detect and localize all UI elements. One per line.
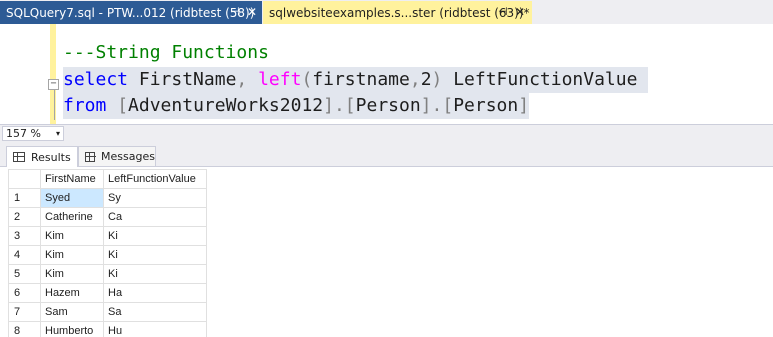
table-row[interactable]: 3 Kim Ki <box>8 226 207 246</box>
results-grid[interactable]: FirstName LeftFunctionValue 1 Syed Sy 2 Cat… <box>8 169 207 337</box>
cell-leftfunctionvalue[interactable]: Sy <box>103 188 207 208</box>
zoom-bar: 157 % ▾ <box>0 124 773 142</box>
cell-firstname[interactable]: Kim <box>40 226 104 246</box>
grid-icon <box>13 152 25 162</box>
row-number[interactable]: 6 <box>8 283 41 303</box>
tab-title: sqlwebsiteexamples.s...ster (ridbtest (6… <box>269 5 530 20</box>
cell-leftfunctionvalue[interactable]: Hu <box>103 321 207 337</box>
cell-firstname[interactable]: Sam <box>40 302 104 322</box>
cell-firstname[interactable]: Syed <box>40 188 104 208</box>
change-marker-bar <box>50 24 56 124</box>
tab-results[interactable]: Results <box>6 146 78 167</box>
cell-firstname[interactable]: Kim <box>40 245 104 265</box>
cell-firstname[interactable]: Hazem <box>40 283 104 303</box>
chevron-down-icon[interactable]: ▾ <box>56 127 60 140</box>
row-number[interactable]: 5 <box>8 264 41 284</box>
table-row[interactable]: 5 Kim Ki <box>8 264 207 284</box>
tab-sqlwebsiteexamples[interactable]: sqlwebsiteexamples.s...ster (ridbtest (6… <box>263 1 532 24</box>
close-icon[interactable]: ✕ <box>515 5 525 19</box>
results-tab-bar: Results Messages <box>0 142 773 167</box>
paren-open: ( <box>301 69 313 90</box>
code-line-comment[interactable]: ---String Functions <box>63 40 269 66</box>
tab-messages[interactable]: Messages <box>78 146 156 167</box>
table-row[interactable]: 7 Sam Sa <box>8 302 207 322</box>
row-number[interactable]: 1 <box>8 188 41 208</box>
table-row[interactable]: 2 Catherine Ca <box>8 207 207 227</box>
column-firstname: FirstName <box>128 69 237 90</box>
cell-leftfunctionvalue[interactable]: Ha <box>103 283 207 303</box>
table-row[interactable]: 8 Humberto Hu <box>8 321 207 337</box>
column-header-firstname[interactable]: FirstName <box>40 169 104 189</box>
code-line-from[interactable]: from [AdventureWorks2012].[Person].[Pers… <box>63 93 530 119</box>
bracket: [ <box>117 95 129 116</box>
tab-title: SQLQuery7.sql - PTW...012 (ridbtest (58)… <box>6 5 255 20</box>
cell-leftfunctionvalue[interactable]: Ki <box>103 226 207 246</box>
document-tab-bar: SQLQuery7.sql - PTW...012 (ridbtest (58)… <box>0 0 773 24</box>
zoom-select[interactable]: 157 % ▾ <box>2 126 64 141</box>
row-number[interactable]: 2 <box>8 207 41 227</box>
tab-sqlquery7[interactable]: SQLQuery7.sql - PTW...012 (ridbtest (58)… <box>0 1 262 24</box>
arg-length: 2 <box>420 69 432 90</box>
tab-results-label: Results <box>31 150 71 164</box>
grid-header-row: FirstName LeftFunctionValue <box>8 169 207 189</box>
function-left: left <box>258 69 302 90</box>
row-number[interactable]: 3 <box>8 226 41 246</box>
table-row[interactable]: 1 Syed Sy <box>8 188 207 208</box>
messages-icon <box>85 151 97 162</box>
outline-line <box>54 90 55 120</box>
keyword-from: from <box>63 95 107 116</box>
bracket: ].[ <box>323 95 356 116</box>
close-icon[interactable]: ✕ <box>247 5 257 19</box>
arg-firstname: firstname <box>312 69 410 90</box>
comma: , <box>236 69 248 90</box>
alias-leftfunctionvalue: LeftFunctionValue <box>442 69 638 90</box>
pin-icon[interactable]: ⊣ <box>230 5 240 18</box>
keyword-select: select <box>63 69 129 90</box>
database-name: AdventureWorks2012 <box>128 95 324 116</box>
schema-name: Person <box>355 95 421 116</box>
cell-firstname[interactable]: Catherine <box>40 207 104 227</box>
bracket: ] <box>518 95 530 116</box>
pin-icon[interactable]: ⊣ <box>498 5 508 18</box>
table-name: Person <box>453 95 519 116</box>
cell-leftfunctionvalue[interactable]: Sa <box>103 302 207 322</box>
table-row[interactable]: 6 Hazem Ha <box>8 283 207 303</box>
cell-firstname[interactable]: Humberto <box>40 321 104 337</box>
comma: , <box>409 69 421 90</box>
cell-leftfunctionvalue[interactable]: Ki <box>103 264 207 284</box>
query-editor[interactable]: − ---String Functions select FirstName, … <box>0 24 773 124</box>
bracket: ].[ <box>420 95 454 116</box>
cell-leftfunctionvalue[interactable]: Ki <box>103 245 207 265</box>
collapse-icon[interactable]: − <box>48 79 59 90</box>
paren-close: ) <box>431 69 443 90</box>
cell-firstname[interactable]: Kim <box>40 264 104 284</box>
row-number[interactable]: 8 <box>8 321 41 337</box>
zoom-value: 157 % <box>6 127 41 140</box>
cell-leftfunctionvalue[interactable]: Ca <box>103 207 207 227</box>
row-number[interactable]: 4 <box>8 245 41 265</box>
row-number-header[interactable] <box>8 169 41 189</box>
column-header-leftfunctionvalue[interactable]: LeftFunctionValue <box>103 169 207 189</box>
code-line-select[interactable]: select FirstName, left(firstname,2) Left… <box>63 67 649 93</box>
row-number[interactable]: 7 <box>8 302 41 322</box>
table-row[interactable]: 4 Kim Ki <box>8 245 207 265</box>
tab-messages-label: Messages <box>101 150 155 163</box>
